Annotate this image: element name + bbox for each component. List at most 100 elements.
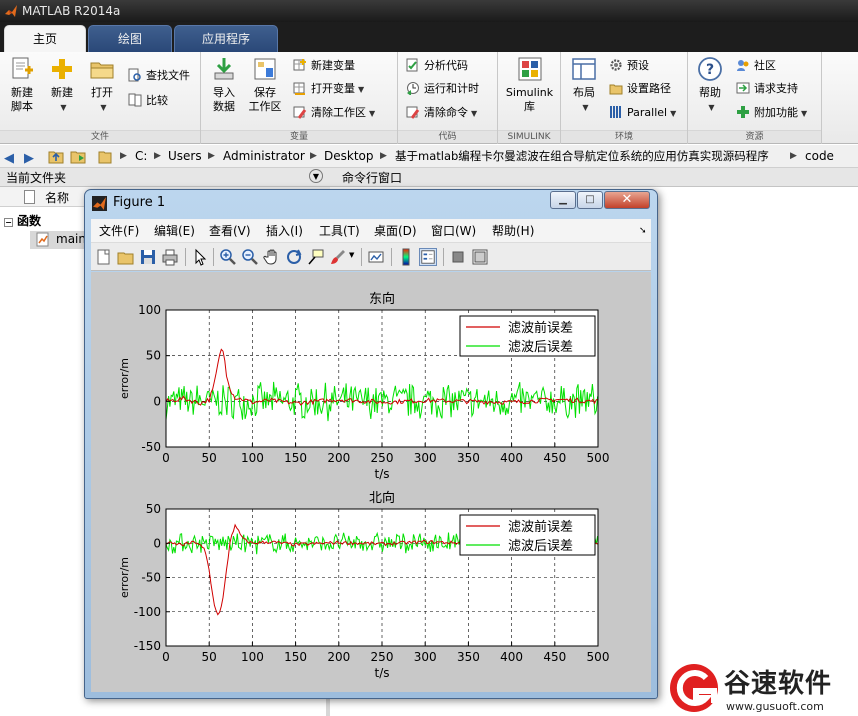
name-column-header[interactable]: 名称 <box>45 189 69 206</box>
x-tick-label: 400 <box>500 650 523 664</box>
minimize-button[interactable]: ▁ <box>550 191 576 209</box>
pan-icon[interactable] <box>263 248 281 266</box>
parallel-label: Parallel <box>627 106 668 119</box>
brush-icon[interactable] <box>329 248 347 266</box>
analyze-code-button[interactable]: 分析代码 <box>406 56 468 76</box>
clear-workspace-icon <box>293 106 307 119</box>
community-label: 社区 <box>754 59 776 72</box>
menu-edit[interactable]: 编辑(E) <box>154 219 195 243</box>
print-icon[interactable] <box>161 248 179 266</box>
new-script-button[interactable]: 新建 脚本 <box>4 56 40 114</box>
breadcrumb-code[interactable]: code <box>805 145 834 168</box>
open-variable-button[interactable]: 打开变量 ▼ <box>293 79 364 99</box>
clear-commands-button[interactable]: 清除命令 ▼ <box>406 103 477 123</box>
breadcrumb-c[interactable]: C: <box>135 145 147 168</box>
x-tick-label: 400 <box>500 451 523 465</box>
new-button[interactable]: 新建 ▼ <box>44 56 80 115</box>
dock-arrow-icon[interactable]: ➘ <box>639 219 647 243</box>
ribbon-group-simulink: Simulink 库 SIMULINK <box>498 52 561 144</box>
menu-desktop[interactable]: 桌面(D) <box>374 219 417 243</box>
gear-icon <box>610 59 622 71</box>
menu-tools[interactable]: 工具(T) <box>319 219 360 243</box>
x-tick-label: 500 <box>587 451 610 465</box>
chevron-down-icon: ▼ <box>60 103 67 112</box>
new-figure-icon[interactable] <box>95 248 113 266</box>
new-variable-button[interactable]: 新建变量 <box>293 56 355 76</box>
x-tick-label: 200 <box>327 650 350 664</box>
show-plot-tools-icon[interactable] <box>471 248 489 266</box>
save-workspace-icon <box>254 58 276 80</box>
link-icon[interactable] <box>367 248 385 266</box>
find-files-button[interactable]: 查找文件 <box>128 66 190 86</box>
open-icon[interactable] <box>117 248 135 266</box>
figure-titlebar[interactable]: Figure 1 ▁ □ ✕ <box>85 190 657 216</box>
tab-plots[interactable]: 绘图 <box>88 25 172 52</box>
y-axis-label: error/m <box>118 557 131 598</box>
x-tick-label: 450 <box>543 650 566 664</box>
help-button[interactable]: ? 帮助 ▼ <box>692 56 728 115</box>
clear-commands-icon <box>406 106 420 119</box>
x-tick-label: 200 <box>327 451 350 465</box>
rotate-icon[interactable] <box>285 248 303 266</box>
maximize-button[interactable]: □ <box>577 191 603 209</box>
menu-insert[interactable]: 插入(I) <box>266 219 303 243</box>
tab-home[interactable]: 主页 <box>4 25 86 52</box>
save-workspace-button[interactable]: 保存 工作区 <box>245 56 285 114</box>
menu-help[interactable]: 帮助(H) <box>492 219 534 243</box>
import-data-button[interactable]: 导入 数据 <box>205 56 243 114</box>
menu-file[interactable]: 文件(F) <box>99 219 139 243</box>
zoom-in-icon[interactable] <box>219 248 237 266</box>
legend-icon[interactable] <box>419 248 437 266</box>
pointer-icon[interactable] <box>191 248 209 266</box>
hide-plot-tools-icon[interactable] <box>449 248 467 266</box>
add-ons-button[interactable]: 附加功能 ▼ <box>736 103 807 123</box>
collapse-icon[interactable]: − <box>4 218 13 227</box>
figure-window: Figure 1 ▁ □ ✕ 文件(F) 编辑(E) 查看(V) 插入(I) 工… <box>84 189 658 699</box>
forward-arrow-icon[interactable]: ▶ <box>24 147 34 170</box>
up-folder-icon[interactable] <box>48 149 64 164</box>
breadcrumb-users[interactable]: Users <box>168 145 202 168</box>
browse-folder-icon[interactable] <box>70 149 88 164</box>
compare-button[interactable]: 比较 <box>128 91 168 111</box>
find-files-icon <box>128 68 141 82</box>
preferences-label: 预设 <box>627 59 649 72</box>
breadcrumb-administrator[interactable]: Administrator <box>223 145 305 168</box>
chevron-down-icon[interactable]: ▼ <box>349 251 354 259</box>
clear-workspace-button[interactable]: 清除工作区 ▼ <box>293 103 375 123</box>
breadcrumb-separator-icon: ▶ <box>310 151 317 161</box>
ribbon-group-variable: 导入 数据 保存 工作区 新建变量 打开变量 ▼ 清除工作区 ▼ 变量 <box>201 52 398 144</box>
request-support-button[interactable]: 请求支持 <box>736 79 798 99</box>
set-path-label: 设置路径 <box>627 82 671 95</box>
parallel-button[interactable]: Parallel ▼ <box>609 103 676 123</box>
parallel-icon <box>610 106 621 118</box>
tab-apps[interactable]: 应用程序 <box>174 25 278 52</box>
back-arrow-icon[interactable]: ◀ <box>4 147 14 170</box>
group-functions[interactable]: − 函数 <box>4 212 41 229</box>
zoom-out-icon[interactable] <box>241 248 259 266</box>
y-tick-label: -150 <box>134 639 161 653</box>
data-cursor-icon[interactable] <box>307 248 325 266</box>
x-tick-label: 300 <box>414 650 437 664</box>
run-and-time-button[interactable]: 运行和计时 <box>406 79 479 99</box>
close-button[interactable]: ✕ <box>604 191 650 209</box>
simulink-library-button[interactable]: Simulink 库 <box>502 56 557 114</box>
matlab-logo-icon <box>92 196 107 211</box>
save-icon[interactable] <box>139 248 157 266</box>
help-label: 帮助 <box>699 86 721 99</box>
open-label: 打开 <box>91 86 113 99</box>
community-button[interactable]: 社区 <box>736 56 776 76</box>
preferences-button[interactable]: 预设 <box>609 56 649 76</box>
legend-label: 滤波后误差 <box>508 340 573 355</box>
layout-button[interactable]: 布局 ▼ <box>565 56 603 115</box>
figure-canvas[interactable]: 0 50 100 150 200 250 300 350 400 450 500 -50 0 50 100 东… <box>91 272 651 692</box>
menu-window[interactable]: 窗口(W) <box>431 219 476 243</box>
breadcrumb-project-folder[interactable]: 基于matlab编程卡尔曼滤波在组合导航定位系统的应用仿真实现源码程序 <box>395 145 769 168</box>
breadcrumb-desktop[interactable]: Desktop <box>324 145 374 168</box>
panel-actions-icon[interactable]: ▼ <box>309 169 323 183</box>
y-tick-label: 0 <box>153 394 161 408</box>
colorbar-icon[interactable] <box>397 248 415 266</box>
current-folder-panel-title: 当前文件夹 <box>6 171 67 185</box>
open-button[interactable]: 打开 ▼ <box>84 56 120 115</box>
menu-view[interactable]: 查看(V) <box>209 219 251 243</box>
set-path-button[interactable]: 设置路径 <box>609 79 671 99</box>
